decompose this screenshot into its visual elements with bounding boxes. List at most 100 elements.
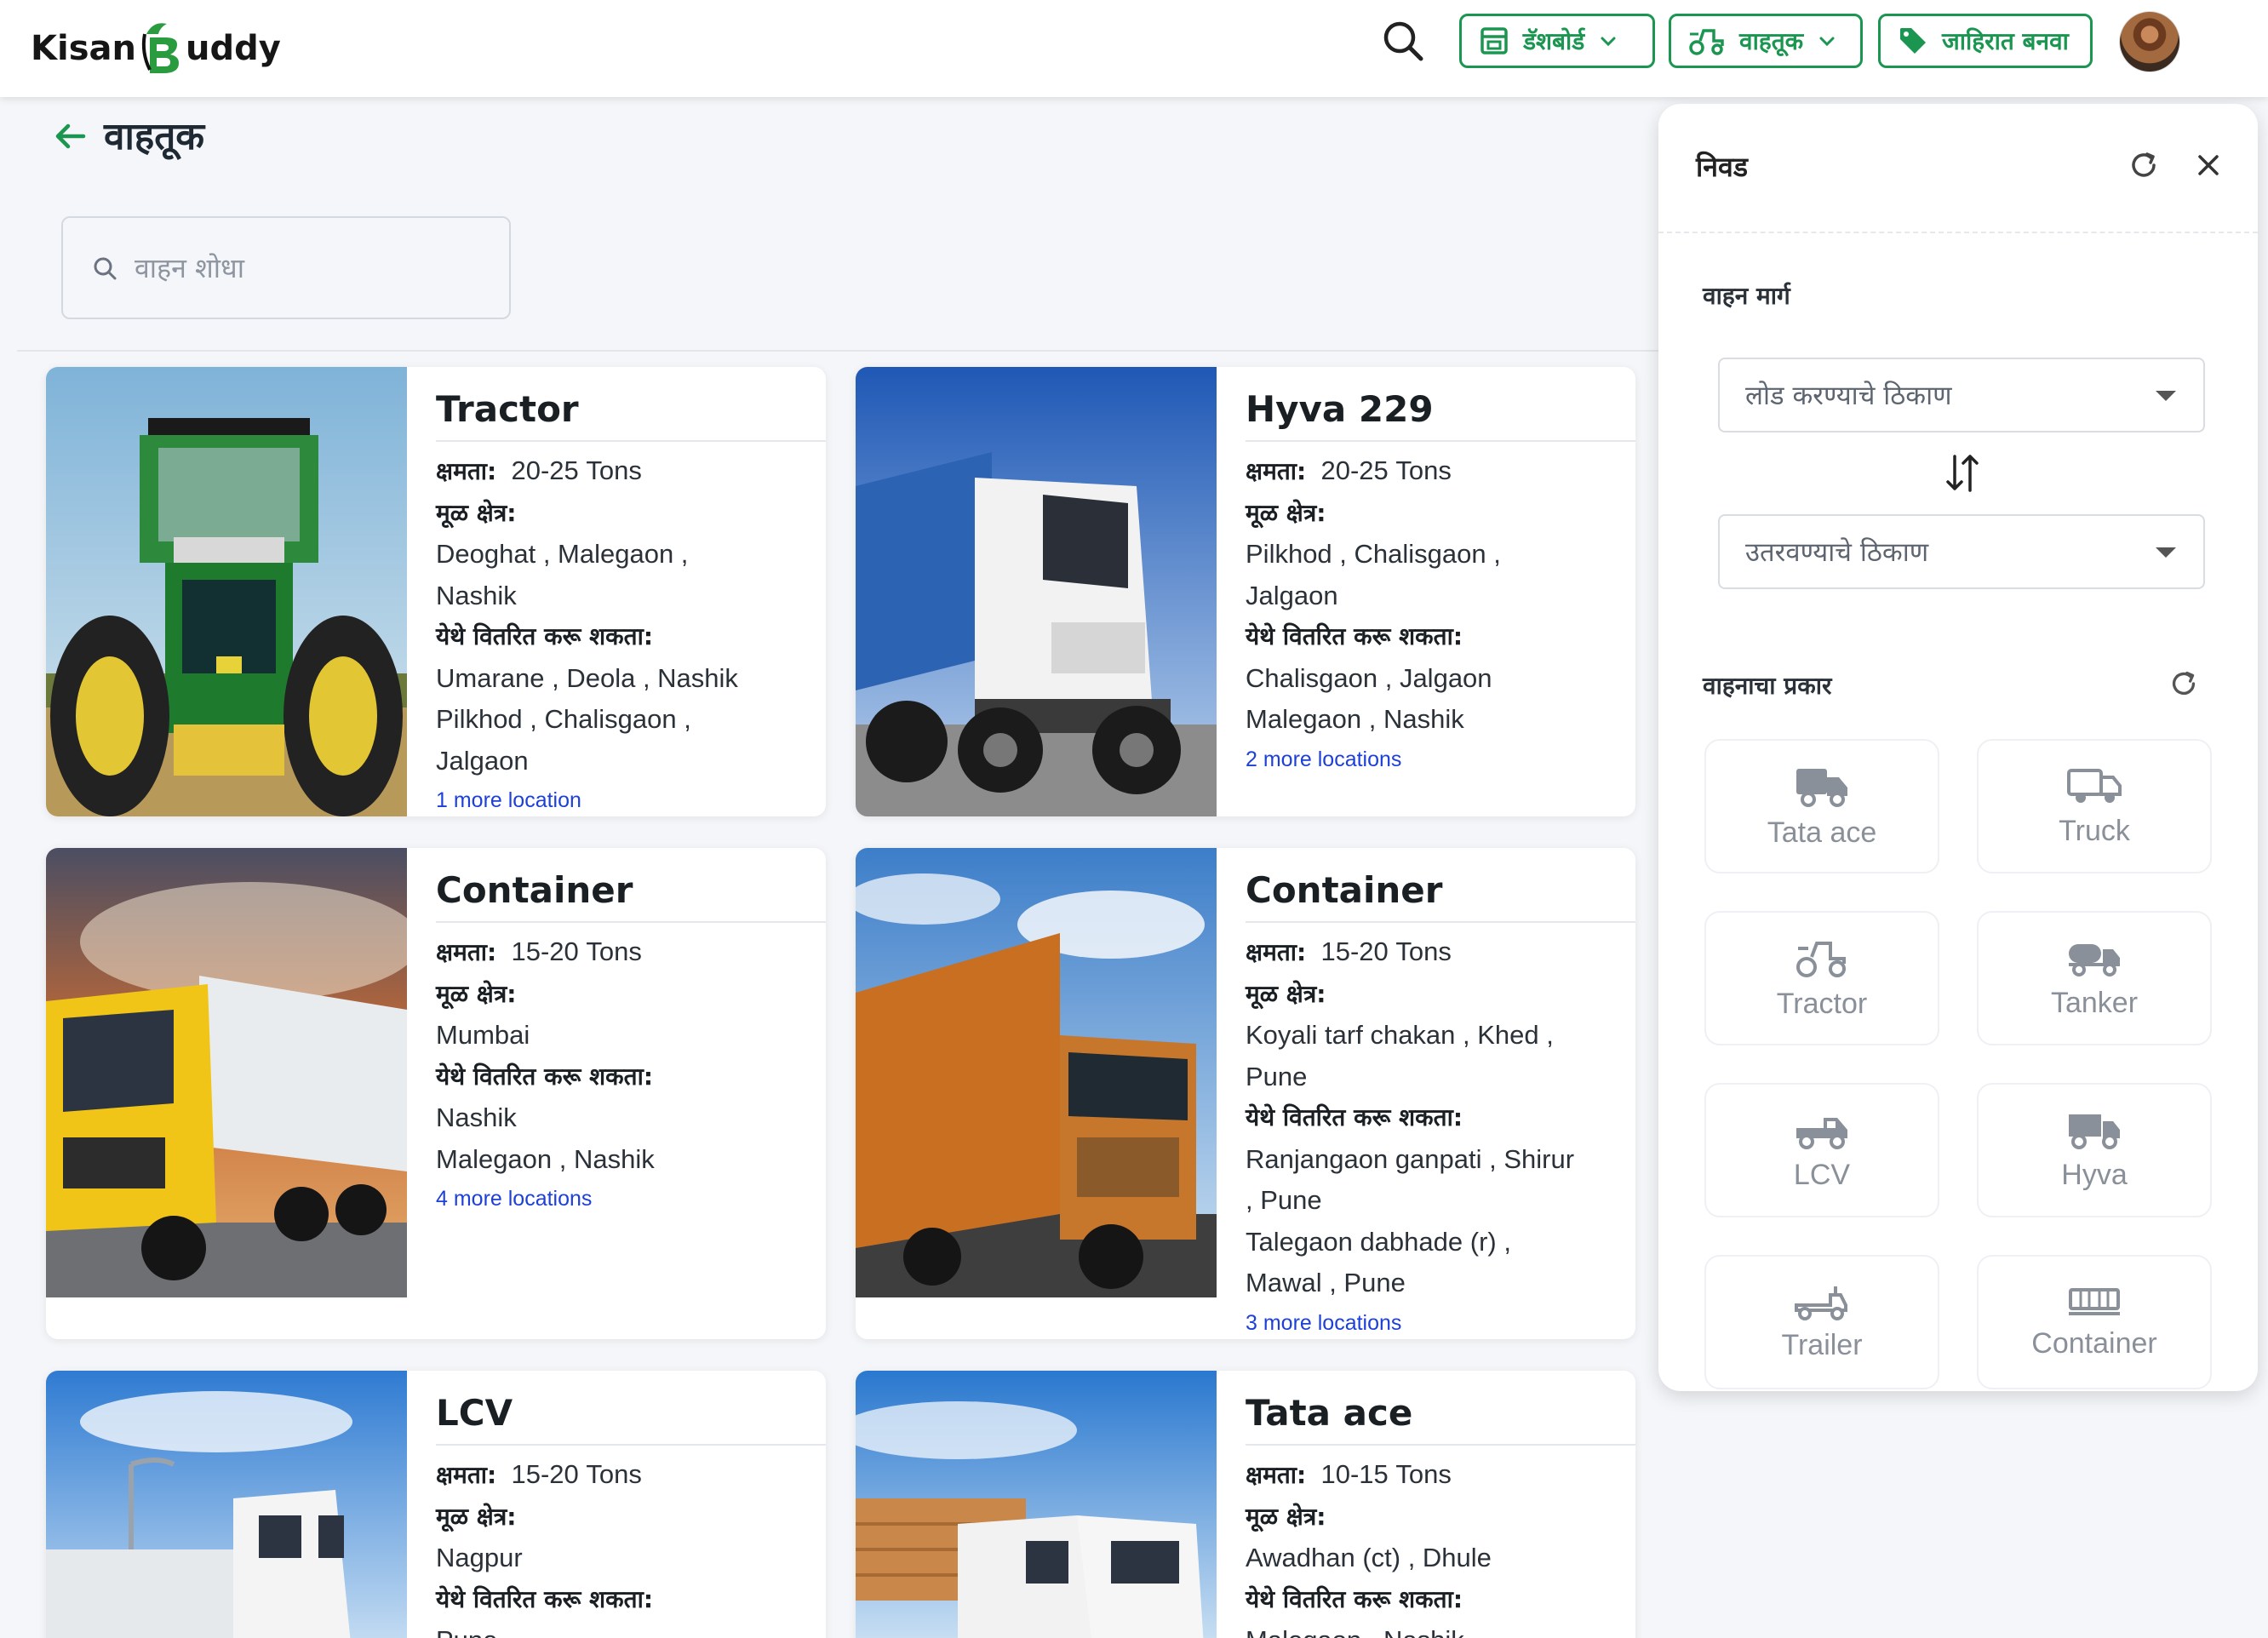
vehicle-type-hyva[interactable]: Hyva bbox=[1977, 1083, 2212, 1217]
loading-location-select[interactable]: लोड करण्याचे ठिकाण bbox=[1718, 358, 2205, 432]
search-icon[interactable] bbox=[1379, 17, 1427, 65]
vehicle-type-label: Tanker bbox=[2050, 986, 2139, 1019]
vehicle-type-label: Container bbox=[2031, 1326, 2157, 1360]
dump-truck-icon bbox=[2069, 1114, 2120, 1149]
logo-b-leaf-icon bbox=[138, 19, 184, 78]
pickup-truck-icon bbox=[1796, 1117, 1847, 1149]
capacity-label: क्षमता: bbox=[1246, 1461, 1307, 1489]
capacity-label: क्षमता: bbox=[436, 1461, 497, 1489]
refresh-icon[interactable] bbox=[2166, 666, 2202, 702]
content-divider bbox=[17, 350, 1658, 352]
page-title: वाहतूक bbox=[104, 115, 205, 158]
title-divider bbox=[436, 921, 826, 923]
search-icon bbox=[94, 257, 117, 279]
capacity-label: क्षमता: bbox=[1246, 938, 1307, 966]
swap-arrows-icon[interactable] bbox=[1941, 448, 1984, 499]
post-ad-button[interactable]: जाहिरात बनवा bbox=[1878, 14, 2093, 68]
title-divider bbox=[1246, 921, 1635, 923]
filter-panel: निवड वाहन मार्ग लोड करण्याचे ठिकाण उतरवण… bbox=[1658, 104, 2258, 1391]
deliver-line: Ranjangaon ganpati , Shirur bbox=[1246, 1143, 1575, 1174]
vehicle-type-container[interactable]: Container bbox=[1977, 1255, 2212, 1389]
deliver-label: येथे वितरित करू शकता: bbox=[436, 1584, 654, 1613]
capacity-value: 15-20 Tons bbox=[511, 1459, 642, 1489]
tractor-icon bbox=[1796, 941, 1846, 977]
filter-divider bbox=[1658, 232, 2258, 233]
vehicle-card-info: LCV क्षमता: 15-20 Tons मूळ क्षेत्र: Nagp… bbox=[407, 1371, 826, 1638]
vehicle-card-info: Tata ace क्षमता: 10-15 Tons मूळ क्षेत्र:… bbox=[1217, 1371, 1635, 1638]
unloading-location-placeholder: उतरवण्याचे ठिकाण bbox=[1745, 537, 1929, 568]
vehicle-type-label: Truck bbox=[2059, 814, 2130, 847]
vehicle-title: Hyva 229 bbox=[1246, 388, 1434, 430]
container-icon bbox=[2069, 1287, 2120, 1315]
deliver-line: Talegaon dabhade (r) , bbox=[1246, 1226, 1511, 1257]
vehicle-card-info: Hyva 229 क्षमता: 20-25 Tons मूळ क्षेत्र:… bbox=[1217, 367, 1635, 778]
caret-down-icon bbox=[2156, 547, 2176, 558]
vehicle-card[interactable]: Tata ace क्षमता: 10-15 Tons मूळ क्षेत्र:… bbox=[856, 1371, 1635, 1638]
capacity-row: क्षमता: 15-20 Tons bbox=[1217, 931, 1635, 974]
capacity-value: 15-20 Tons bbox=[511, 936, 642, 966]
refresh-icon[interactable] bbox=[2125, 146, 2162, 184]
dashboard-label: डॅशबोर्ड bbox=[1523, 27, 1585, 55]
vehicle-card[interactable]: Container क्षमता: 15-20 Tons मूळ क्षेत्र… bbox=[46, 848, 826, 1339]
kisanbuddy-logo[interactable]: Kisan uddy bbox=[31, 19, 281, 78]
vehicle-type-label: LCV bbox=[1793, 1158, 1851, 1191]
vehicle-type-trailer[interactable]: Trailer bbox=[1704, 1255, 1939, 1389]
dashboard-button[interactable]: डॅशबोर्ड bbox=[1459, 14, 1655, 68]
origin-line: Awadhan (ct) , Dhule bbox=[1246, 1543, 1492, 1572]
deliver-line: Mawal , Pune bbox=[1246, 1268, 1406, 1297]
vehicle-card[interactable]: Container क्षमता: 15-20 Tons मूळ क्षेत्र… bbox=[856, 848, 1635, 1339]
tanker-icon bbox=[2069, 943, 2120, 976]
more-locations-link[interactable]: 4 more locations bbox=[407, 1180, 826, 1217]
vehicle-card-info: Container क्षमता: 15-20 Tons मूळ क्षेत्र… bbox=[1217, 848, 1635, 1339]
logo-text-left: Kisan bbox=[31, 29, 136, 68]
vehicle-card[interactable]: Tractor क्षमता: 20-25 Tons मूळ क्षेत्र: … bbox=[46, 367, 826, 816]
deliver-line: Jalgaon bbox=[436, 745, 529, 776]
title-divider bbox=[436, 1444, 826, 1446]
vehicles-menu-button[interactable]: वाहतूक bbox=[1669, 14, 1863, 68]
vehicle-type-label: Hyva bbox=[2061, 1158, 2128, 1191]
capacity-label: क्षमता: bbox=[436, 938, 497, 966]
vehicle-title: Container bbox=[1246, 869, 1443, 911]
vehicle-search-input[interactable] bbox=[135, 251, 492, 284]
filter-title: निवड bbox=[1696, 151, 1748, 183]
trailer-icon bbox=[1795, 1286, 1847, 1320]
more-locations-link[interactable]: 1 more location bbox=[407, 782, 826, 816]
vehicle-type-lcv[interactable]: LCV bbox=[1704, 1083, 1939, 1217]
more-locations-link[interactable]: 3 more locations bbox=[1217, 1304, 1635, 1340]
user-avatar[interactable] bbox=[2120, 12, 2179, 72]
vehicle-title: Tata ace bbox=[1246, 1392, 1413, 1434]
origin-line: Nagpur bbox=[436, 1543, 523, 1572]
vehicle-card[interactable]: LCV क्षमता: 15-20 Tons मूळ क्षेत्र: Nagp… bbox=[46, 1371, 826, 1638]
vehicle-type-label: Trailer bbox=[1781, 1328, 1863, 1361]
origin-line: Koyali tarf chakan , Khed , bbox=[1246, 1020, 1554, 1050]
deliver-label: येथे वितरित करू शकता: bbox=[1246, 1103, 1463, 1131]
back-arrow-icon[interactable] bbox=[49, 116, 90, 157]
vehicle-card-info: Tractor क्षमता: 20-25 Tons मूळ क्षेत्र: … bbox=[407, 367, 826, 816]
vehicle-card[interactable]: Hyva 229 क्षमता: 20-25 Tons मूळ क्षेत्र:… bbox=[856, 367, 1635, 816]
capacity-value: 20-25 Tons bbox=[511, 455, 642, 485]
deliver-line: Pilkhod , Chalisgaon , bbox=[436, 704, 691, 734]
vehicle-type-tata-ace[interactable]: Tata ace bbox=[1704, 739, 1939, 873]
unloading-location-select[interactable]: उतरवण्याचे ठिकाण bbox=[1718, 514, 2205, 589]
post-ad-label: जाहिरात बनवा bbox=[1942, 27, 2069, 55]
title-divider bbox=[1246, 440, 1635, 442]
close-icon[interactable] bbox=[2191, 148, 2225, 182]
origin-line: Mumbai bbox=[436, 1020, 530, 1050]
capacity-value: 15-20 Tons bbox=[1320, 936, 1452, 966]
tata-ace-photo bbox=[856, 1371, 1217, 1638]
vehicle-title: LCV bbox=[436, 1392, 513, 1434]
deliver-label: येथे वितरित करू शकता: bbox=[1246, 622, 1463, 650]
deliver-label: येथे वितरित करू शकता: bbox=[436, 622, 654, 650]
hyva-truck-photo bbox=[856, 367, 1217, 816]
more-locations-link[interactable]: 2 more locations bbox=[1217, 741, 1635, 778]
vehicle-type-tractor[interactable]: Tractor bbox=[1704, 911, 1939, 1045]
deliver-line: Pune bbox=[407, 1620, 826, 1638]
vehicle-type-tanker[interactable]: Tanker bbox=[1977, 911, 2212, 1045]
store-icon bbox=[1480, 27, 1508, 54]
vehicle-search-field[interactable] bbox=[61, 216, 511, 319]
container-truck-photo bbox=[856, 848, 1217, 1297]
chevron-down-icon bbox=[1819, 37, 1835, 47]
origin-label: मूळ क्षेत्र: bbox=[436, 1502, 517, 1531]
lcv-truck-photo bbox=[46, 1371, 407, 1638]
vehicle-type-truck[interactable]: Truck bbox=[1977, 739, 2212, 873]
